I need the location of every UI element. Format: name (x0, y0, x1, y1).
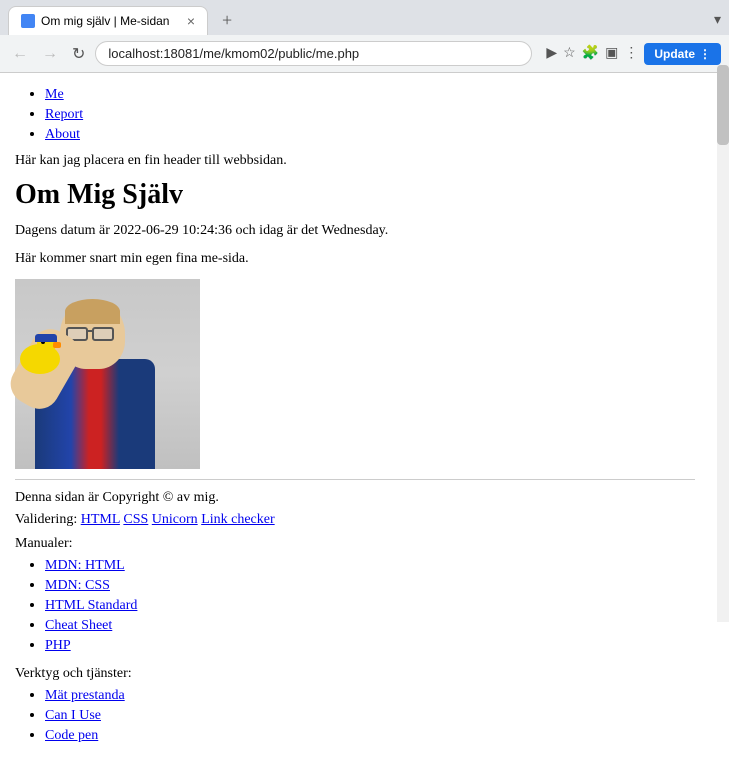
validation-link-css[interactable]: CSS (123, 512, 148, 527)
puzzle-icon[interactable]: 🧩 (582, 45, 599, 62)
scrollbar-track[interactable] (717, 65, 729, 622)
page-title: Om Mig Själv (15, 179, 695, 211)
tab-bar: Om mig själv | Me-sidan × + ▾ (0, 0, 729, 35)
window-icon[interactable]: ▣ (605, 45, 618, 62)
tab-close-button[interactable]: × (187, 13, 195, 29)
page-content: Me Report About Här kan jag placera en f… (0, 73, 710, 766)
validation-label: Validering: (15, 512, 77, 527)
manuals-label: Manualer: (15, 536, 695, 552)
manual-link-cheat-sheet[interactable]: Cheat Sheet (45, 618, 112, 633)
tab-right-controls: ▾ (714, 12, 721, 29)
portrait (15, 279, 200, 469)
manuals-list: MDN: HTML MDN: CSS HTML Standard Cheat S… (15, 556, 695, 654)
validation-link-html[interactable]: HTML (81, 512, 120, 527)
validation-link-unicorn[interactable]: Unicorn (152, 512, 198, 527)
reload-button[interactable]: ↻ (68, 42, 89, 66)
manual-link-html-standard[interactable]: HTML Standard (45, 598, 137, 613)
address-text: localhost:18081/me/kmom02/public/me.php (108, 46, 519, 61)
tool-link-mat-prestanda[interactable]: Mät prestanda (45, 688, 125, 703)
tool-link-code-pen[interactable]: Code pen (45, 728, 98, 743)
back-button[interactable]: ← (8, 43, 32, 65)
star-icon[interactable]: ☆ (563, 45, 576, 62)
tools-label: Verktyg och tjänster: (15, 666, 695, 682)
nav-link-report[interactable]: Report (45, 107, 83, 122)
play-icon[interactable]: ▶ (546, 45, 557, 62)
tools-list: Mät prestanda Can I Use Code pen (15, 686, 695, 744)
nav-bar: ← → ↻ localhost:18081/me/kmom02/public/m… (0, 35, 729, 72)
manual-link-php[interactable]: PHP (45, 638, 71, 653)
address-bar[interactable]: localhost:18081/me/kmom02/public/me.php (95, 41, 532, 66)
main-nav: Me Report About (15, 85, 695, 143)
profile-image (15, 279, 695, 469)
tab-favicon (21, 14, 35, 28)
coming-text: Här kommer snart min egen fina me-sida. (15, 251, 695, 267)
browser-chrome: Om mig själv | Me-sidan × + ▾ ← → ↻ loca… (0, 0, 729, 73)
header-text: Här kan jag placera en fin header till w… (15, 153, 695, 169)
nav-link-about[interactable]: About (45, 127, 80, 142)
menu-icon[interactable]: ⋮ (624, 45, 638, 62)
date-text: Dagens datum är 2022-06-29 10:24:36 och … (15, 223, 695, 239)
scrollbar-thumb[interactable] (717, 65, 729, 145)
divider (15, 479, 695, 480)
validation-row: Validering: HTML CSS Unicorn Link checke… (15, 512, 695, 528)
nav-right-icons: ▶ ☆ 🧩 ▣ ⋮ Update ⋮ (546, 43, 721, 65)
nav-link-me[interactable]: Me (45, 87, 64, 102)
copyright-text: Denna sidan är Copyright © av mig. (15, 490, 695, 506)
tool-link-can-i-use[interactable]: Can I Use (45, 708, 101, 723)
manual-link-mdn-html[interactable]: MDN: HTML (45, 558, 125, 573)
tab-title: Om mig själv | Me-sidan (41, 14, 179, 28)
forward-button[interactable]: → (38, 43, 62, 65)
update-button[interactable]: Update ⋮ (644, 43, 721, 65)
new-tab-button[interactable]: + (216, 8, 238, 33)
manual-link-mdn-css[interactable]: MDN: CSS (45, 578, 110, 593)
active-tab[interactable]: Om mig själv | Me-sidan × (8, 6, 208, 35)
validation-link-linkchecker[interactable]: Link checker (201, 512, 274, 527)
